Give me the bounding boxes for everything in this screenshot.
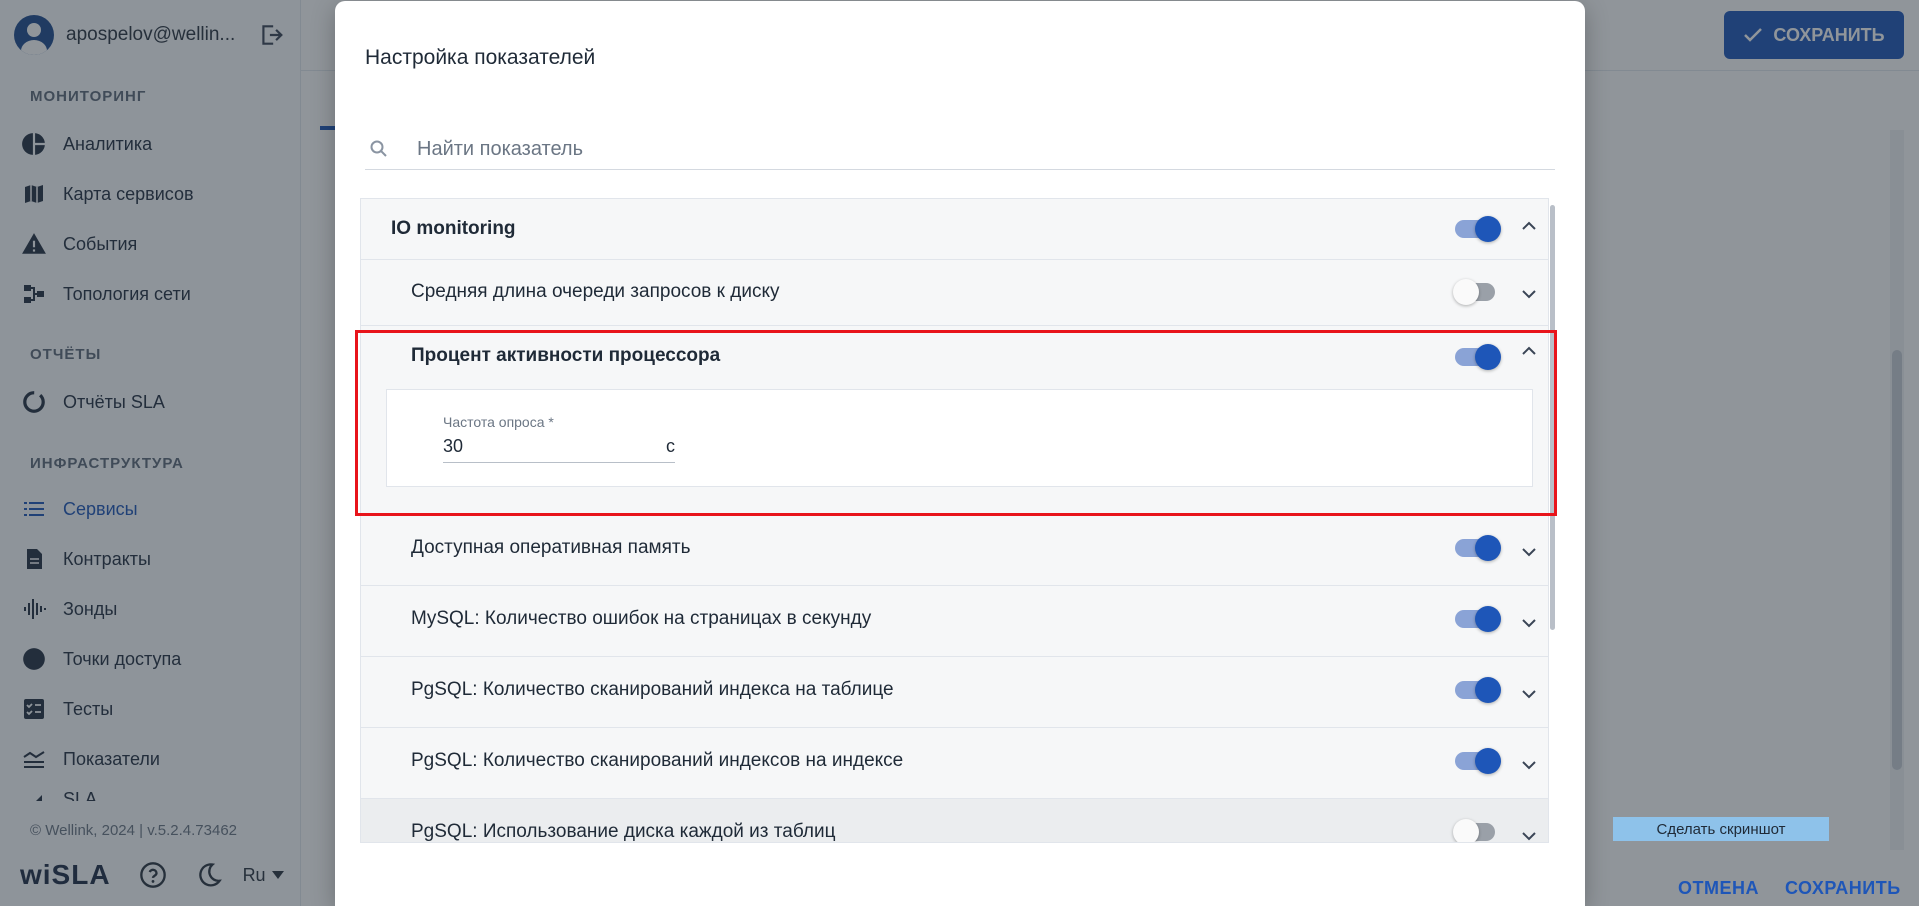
group-toggle[interactable]: [1455, 216, 1501, 242]
chevron-up-icon[interactable]: [1519, 216, 1539, 236]
chevron-down-icon[interactable]: [1519, 613, 1539, 633]
highlight-frame: [355, 330, 1557, 516]
metric-label: MySQL: Количество ошибок на страницах в …: [411, 608, 872, 629]
metrics-list: IO monitoring Средняя длина очереди запр…: [360, 198, 1549, 843]
metric-toggle[interactable]: [1455, 677, 1501, 703]
dialog-title: Настройка показателей: [365, 46, 596, 69]
search-icon: [370, 140, 387, 157]
metric-row[interactable]: PgSQL: Использование диска каждой из таб…: [361, 799, 1548, 843]
metric-toggle[interactable]: [1453, 819, 1499, 842]
chevron-down-icon[interactable]: [1519, 284, 1539, 304]
metric-row[interactable]: Средняя длина очереди запросов к диску: [361, 260, 1548, 326]
group-label: IO monitoring: [391, 218, 516, 239]
chevron-down-icon[interactable]: [1519, 542, 1539, 562]
metric-row[interactable]: PgSQL: Количество сканирований индексов …: [361, 728, 1548, 799]
screenshot-tooltip[interactable]: Сделать скриншот: [1613, 817, 1829, 841]
metric-row[interactable]: PgSQL: Количество сканирований индекса н…: [361, 657, 1548, 728]
metric-label: PgSQL: Использование диска каждой из таб…: [411, 821, 836, 842]
group-row-io-monitoring[interactable]: IO monitoring: [361, 199, 1548, 260]
search-bar: [365, 129, 1555, 170]
metric-label: PgSQL: Количество сканирований индексов …: [411, 750, 904, 771]
chevron-down-icon[interactable]: [1519, 755, 1539, 775]
metric-toggle[interactable]: [1455, 535, 1501, 561]
metric-label: Средняя длина очереди запросов к диску: [411, 281, 780, 302]
cancel-button[interactable]: ОТМЕНА: [1678, 878, 1759, 899]
metric-toggle[interactable]: [1453, 279, 1499, 305]
chevron-down-icon[interactable]: [1519, 826, 1539, 843]
search-input[interactable]: [415, 136, 1519, 162]
chevron-down-icon[interactable]: [1519, 684, 1539, 704]
metric-toggle[interactable]: [1455, 748, 1501, 774]
metric-toggle[interactable]: [1455, 606, 1501, 632]
metric-row[interactable]: MySQL: Количество ошибок на страницах в …: [361, 586, 1548, 657]
metric-label: Доступная оперативная память: [411, 537, 691, 558]
metric-label: PgSQL: Количество сканирований индекса н…: [411, 679, 894, 700]
save-button[interactable]: СОХРАНИТЬ: [1785, 878, 1901, 899]
metric-row[interactable]: Доступная оперативная память: [361, 515, 1548, 586]
